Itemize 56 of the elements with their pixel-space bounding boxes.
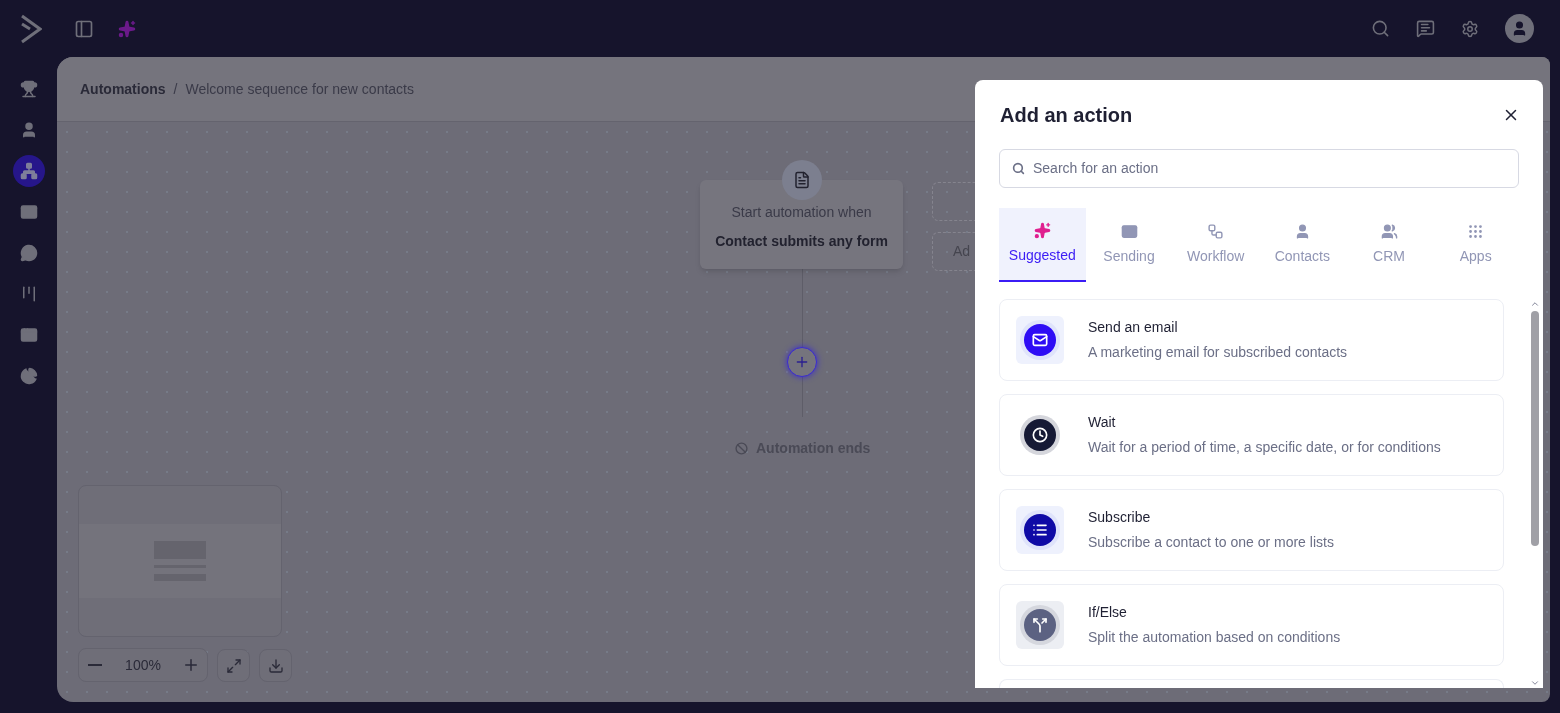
hierarchy-icon: [1207, 223, 1225, 240]
action-description: Split the automation based on conditions: [1088, 628, 1341, 647]
hierarchy-icon[interactable]: [12, 155, 45, 187]
scrollbar[interactable]: [1530, 299, 1540, 688]
action-title: Send an email: [1088, 318, 1179, 337]
trigger-card[interactable]: Start automation when Contact submits any form: [700, 180, 903, 269]
ban-icon: [735, 442, 748, 455]
expand-icon: [225, 657, 242, 674]
chat-icon[interactable]: [1416, 19, 1435, 38]
breadcrumb-separator: /: [173, 79, 178, 99]
action-description: A marketing email for subscribed contacts: [1088, 343, 1348, 362]
search-field[interactable]: Search for an action: [999, 149, 1519, 188]
minus-icon: [88, 664, 102, 666]
action-description: Subscribe a contact to one or more lists: [1088, 533, 1334, 552]
search-icon[interactable]: [1371, 19, 1390, 38]
category-tab[interactable]: Sending: [1085, 208, 1173, 282]
category-tab[interactable]: Contacts: [1259, 208, 1346, 282]
plus-icon: [794, 354, 810, 370]
zoom-level: 100%: [125, 655, 161, 675]
dialog-title: Add an action: [1000, 103, 1133, 128]
people-icon: [1380, 223, 1398, 240]
category-tab[interactable]: Apps: [1432, 208, 1520, 282]
breadcrumb-current: Welcome sequence for new contacts: [185, 79, 414, 99]
logo-icon[interactable]: [20, 13, 42, 44]
action-title: If/Else: [1088, 603, 1128, 622]
action-card[interactable]: Wait Wait for a period of time, a specific date, or for conditions: [999, 394, 1504, 476]
category-tab[interactable]: CRM: [1345, 208, 1433, 282]
grid-dots-icon: [1467, 223, 1485, 240]
settings-icon[interactable]: [1461, 19, 1479, 38]
trigger-label: Start automation when: [731, 203, 872, 222]
category-tab[interactable]: Workflow: [1172, 208, 1259, 282]
avatar-icon[interactable]: [1505, 14, 1534, 43]
action-title: Subscribe: [1088, 508, 1152, 527]
search-icon: [1012, 162, 1025, 175]
trigger-value: Contact submits any form: [715, 232, 888, 251]
list-icon: [1016, 506, 1064, 554]
fullscreen-button[interactable]: [217, 649, 250, 682]
action-card[interactable]: Send an email A marketing email for subscribed contacts: [999, 299, 1504, 381]
breadcrumb-link[interactable]: Automations: [80, 78, 166, 100]
scroll-down-icon[interactable]: [1530, 678, 1540, 688]
add-step-button[interactable]: [787, 347, 817, 377]
split-icon: [1016, 601, 1064, 649]
zoom-in-button[interactable]: [182, 656, 200, 674]
form-icon: [782, 160, 822, 200]
search-input[interactable]: Search for an action: [1033, 158, 1506, 179]
sparkle-icon: [1033, 222, 1051, 239]
action-card[interactable]: Subscribe Subscribe a contact to one or more lists: [999, 489, 1504, 571]
plus-icon: [182, 656, 200, 674]
download-icon: [267, 657, 284, 674]
category-tab[interactable]: Suggested: [999, 208, 1086, 282]
action-description: Wait for a period of time, a specific date, or for conditions: [1088, 438, 1441, 457]
scroll-up-icon[interactable]: [1530, 299, 1540, 309]
download-button[interactable]: [259, 649, 292, 682]
action-card[interactable]: If/Else Split the automation based on conditions: [999, 584, 1504, 666]
panel-toggle-icon[interactable]: [74, 18, 94, 39]
action-title: Wait: [1088, 413, 1117, 432]
